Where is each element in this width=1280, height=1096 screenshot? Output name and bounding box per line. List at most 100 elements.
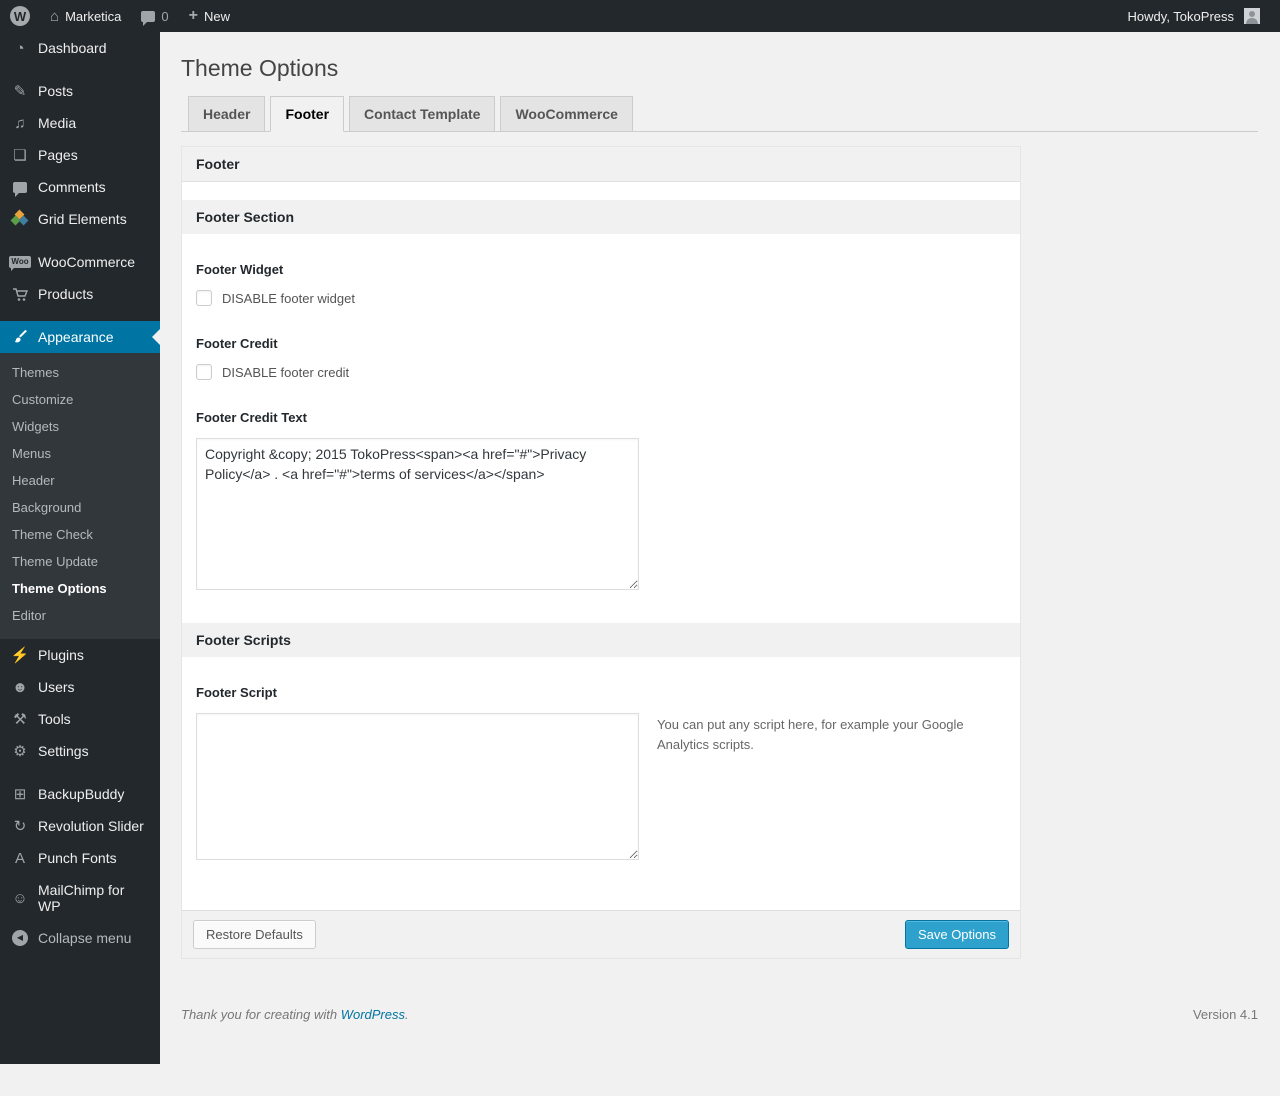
- footer-widget-label: Footer Widget: [196, 262, 1006, 277]
- comments-admin-bar-link[interactable]: 0: [131, 0, 178, 32]
- new-content-button[interactable]: + New: [179, 0, 240, 32]
- admin-bar: W ⌂ Marketica 0 + New Howdy, TokoPress: [0, 0, 1280, 32]
- sidebar-item-backupbuddy[interactable]: ⊞ BackupBuddy: [0, 778, 160, 810]
- site-name-link[interactable]: ⌂ Marketica: [40, 0, 131, 32]
- sidebar-item-customize[interactable]: Customize: [0, 386, 160, 413]
- media-icon: ♫: [11, 116, 29, 131]
- sidebar-item-theme-update[interactable]: Theme Update: [0, 548, 160, 575]
- disable-footer-widget-label: DISABLE footer widget: [222, 291, 355, 306]
- save-options-button[interactable]: Save Options: [905, 920, 1009, 949]
- sidebar-item-appearance[interactable]: Appearance: [0, 321, 160, 353]
- sidebar-item-media[interactable]: ♫ Media: [0, 107, 160, 139]
- dashboard-icon: ◔: [11, 41, 29, 56]
- user-icon: ☻: [11, 680, 29, 695]
- collapse-arrow-icon: ◀: [11, 930, 29, 946]
- tab-woocommerce[interactable]: WooCommerce: [500, 96, 632, 132]
- comments-icon: [11, 182, 29, 193]
- wordpress-logo-icon: W: [10, 6, 30, 26]
- sidebar-item-products[interactable]: Products: [0, 278, 160, 310]
- admin-sidebar: ◔ Dashboard ✎ Posts ♫ Media ❏ Pages Comm…: [0, 32, 160, 1064]
- sidebar-item-revolution-slider[interactable]: ↻ Revolution Slider: [0, 810, 160, 842]
- sidebar-item-label: MailChimp for WP: [38, 882, 149, 914]
- plugin-icon: ⚡: [11, 648, 29, 663]
- footer-credit-text-input[interactable]: Copyright &copy; 2015 TokoPress<span><a …: [196, 438, 639, 590]
- comment-bubble-icon: [141, 11, 155, 22]
- sidebar-item-theme-options[interactable]: Theme Options: [0, 575, 160, 602]
- main-content: Theme Options Header Footer Contact Temp…: [160, 32, 1280, 1064]
- sidebar-item-label: BackupBuddy: [38, 786, 124, 802]
- home-icon: ⌂: [50, 8, 59, 25]
- tab-header[interactable]: Header: [188, 96, 265, 132]
- sidebar-item-label: Products: [38, 286, 93, 302]
- tools-icon: ⚒: [11, 712, 29, 727]
- new-label: New: [204, 9, 230, 24]
- thanks-text: Thank you for creating with WordPress.: [181, 1007, 409, 1022]
- disable-footer-credit-checkbox[interactable]: [196, 364, 212, 380]
- footer-credit-text-label: Footer Credit Text: [196, 410, 1006, 425]
- settings-icon: ⚙: [11, 744, 29, 759]
- posts-icon: ✎: [11, 84, 29, 99]
- comment-count: 0: [161, 9, 168, 24]
- sidebar-item-comments[interactable]: Comments: [0, 171, 160, 203]
- disable-footer-widget-checkbox[interactable]: [196, 290, 212, 306]
- panel-title: Footer: [182, 147, 1020, 182]
- sidebar-item-tools[interactable]: ⚒ Tools: [0, 703, 160, 735]
- sidebar-item-label: Appearance: [38, 329, 114, 345]
- tab-contact-template[interactable]: Contact Template: [349, 96, 495, 132]
- version-label: Version 4.1: [1193, 1007, 1258, 1022]
- theme-options-tabs: Header Footer Contact Template WooCommer…: [181, 96, 1258, 132]
- wordpress-menu-button[interactable]: W: [0, 0, 40, 32]
- sidebar-item-label: Comments: [38, 179, 106, 195]
- cart-icon: [11, 287, 29, 302]
- sidebar-item-header[interactable]: Header: [0, 467, 160, 494]
- sidebar-item-dashboard[interactable]: ◔ Dashboard: [0, 32, 160, 64]
- sidebar-item-settings[interactable]: ⚙ Settings: [0, 735, 160, 767]
- sidebar-item-label: Revolution Slider: [38, 818, 144, 834]
- sidebar-item-editor[interactable]: Editor: [0, 602, 160, 629]
- sidebar-item-label: Media: [38, 115, 76, 131]
- sidebar-item-posts[interactable]: ✎ Posts: [0, 75, 160, 107]
- appearance-submenu: Themes Customize Widgets Menus Header Ba…: [0, 353, 160, 639]
- sidebar-item-menus[interactable]: Menus: [0, 440, 160, 467]
- sidebar-item-grid-elements[interactable]: Grid Elements: [0, 203, 160, 235]
- page-title: Theme Options: [181, 32, 1258, 86]
- footer-scripts-body: Footer Script You can put any script her…: [182, 657, 1020, 910]
- disable-footer-credit-label: DISABLE footer credit: [222, 365, 349, 380]
- page-footer: Thank you for creating with WordPress. V…: [181, 1007, 1258, 1022]
- sidebar-item-label: Punch Fonts: [38, 850, 117, 866]
- sidebar-item-label: Posts: [38, 83, 73, 99]
- wordpress-link[interactable]: WordPress: [341, 1007, 405, 1022]
- howdy-label: Howdy, TokoPress: [1128, 9, 1238, 24]
- sidebar-item-users[interactable]: ☻ Users: [0, 671, 160, 703]
- sidebar-item-punch-fonts[interactable]: A Punch Fonts: [0, 842, 160, 874]
- footer-script-label: Footer Script: [196, 685, 1006, 700]
- backup-drive-icon: ⊞: [11, 787, 29, 802]
- tab-footer[interactable]: Footer: [270, 96, 344, 132]
- sidebar-item-label: Settings: [38, 743, 89, 759]
- account-menu[interactable]: Howdy, TokoPress: [1118, 0, 1280, 32]
- sidebar-item-label: Dashboard: [38, 40, 107, 56]
- site-name-label: Marketica: [65, 9, 121, 24]
- sidebar-item-theme-check[interactable]: Theme Check: [0, 521, 160, 548]
- letter-a-icon: A: [11, 851, 29, 866]
- grid-elements-icon: [11, 211, 29, 227]
- sidebar-item-label: Users: [38, 679, 75, 695]
- panel-gap: [182, 182, 1020, 200]
- panel-footer: Restore Defaults Save Options: [182, 910, 1020, 958]
- footer-section-header: Footer Section: [182, 200, 1020, 234]
- footer-scripts-header: Footer Scripts: [182, 623, 1020, 657]
- sidebar-item-widgets[interactable]: Widgets: [0, 413, 160, 440]
- footer-section-body: Footer Widget DISABLE footer widget Foot…: [182, 234, 1020, 623]
- sidebar-item-themes[interactable]: Themes: [0, 359, 160, 386]
- avatar: [1244, 8, 1260, 24]
- sidebar-item-woocommerce[interactable]: Woo WooCommerce: [0, 246, 160, 278]
- sidebar-item-background[interactable]: Background: [0, 494, 160, 521]
- collapse-menu-button[interactable]: ◀ Collapse menu: [0, 922, 160, 954]
- sidebar-item-pages[interactable]: ❏ Pages: [0, 139, 160, 171]
- footer-script-input[interactable]: [196, 713, 639, 860]
- sidebar-item-mailchimp[interactable]: ☺ MailChimp for WP: [0, 874, 160, 922]
- restore-defaults-button[interactable]: Restore Defaults: [193, 920, 316, 949]
- sidebar-item-plugins[interactable]: ⚡ Plugins: [0, 639, 160, 671]
- collapse-menu-label: Collapse menu: [38, 930, 131, 946]
- footer-script-help-text: You can put any script here, for example…: [657, 713, 969, 754]
